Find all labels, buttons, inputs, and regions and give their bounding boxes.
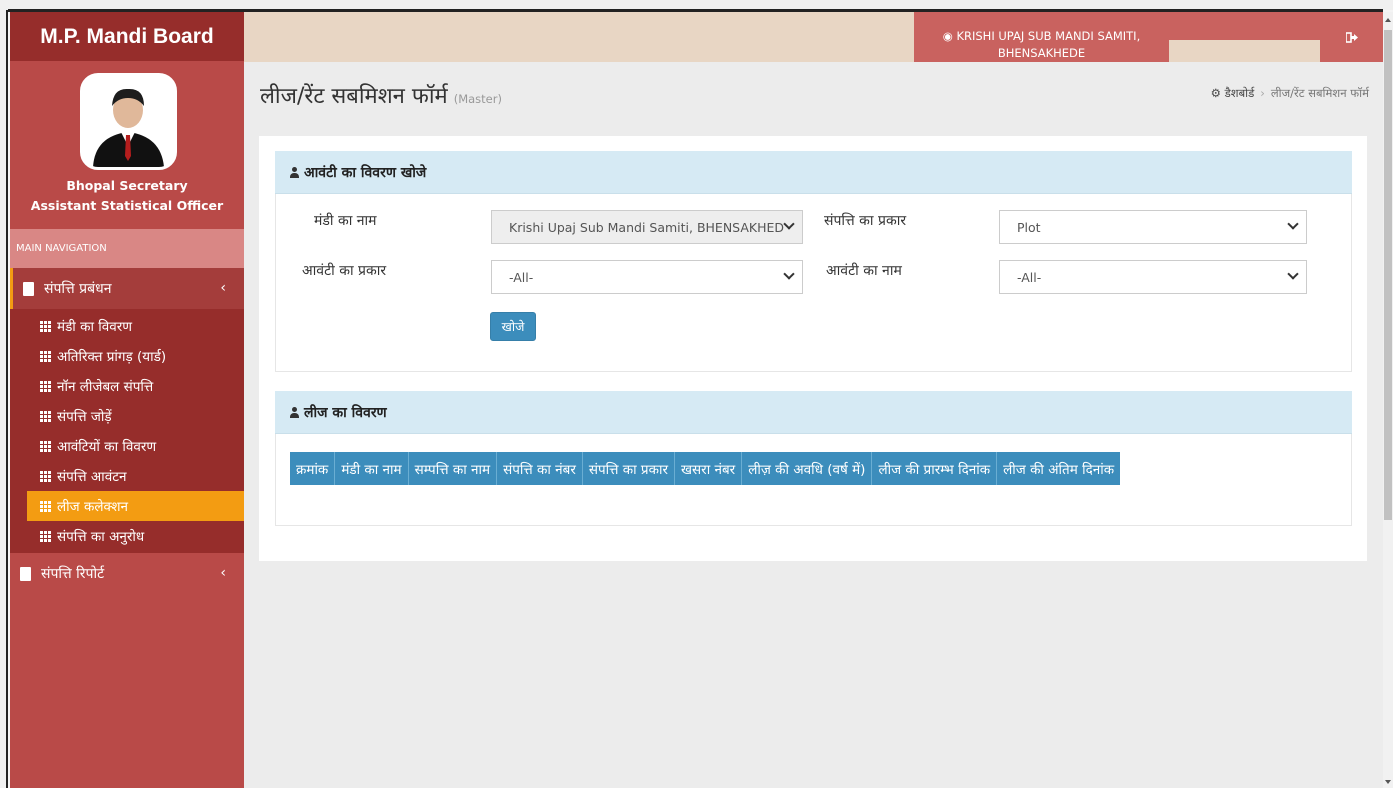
table-icon <box>40 470 51 482</box>
column-header[interactable]: क्रमांक <box>290 452 336 485</box>
sidebar-item-label: आवंटियों का विवरण <box>57 439 157 455</box>
allottee-type-label: आवंटी का प्रकार <box>302 263 387 279</box>
sidebar-item-label: संपत्ति जोड़ें <box>57 409 112 425</box>
scroll-up-icon[interactable] <box>1385 18 1391 22</box>
allottee-name-value: -All- <box>1017 269 1042 285</box>
sidebar-item-lease-collection[interactable]: लीज कलेक्शन <box>27 491 244 521</box>
lease-heading: लीज का विवरण <box>304 404 387 421</box>
page-title-text: लीज/रेंट सबमिशन फॉर्म <box>260 84 448 109</box>
allottee-name-label: आवंटी का नाम <box>826 263 902 279</box>
table-icon <box>40 440 51 452</box>
nav-group-property-report[interactable]: संपत्ति रिपोर्ट ‹ <box>10 553 244 594</box>
column-header[interactable]: लीज की प्रारम्भ दिनांक <box>871 452 998 485</box>
chevron-down-icon <box>1287 268 1299 280</box>
chevron-left-icon: ‹ <box>220 280 226 296</box>
chevron-down-icon <box>783 268 795 280</box>
sidebar-item-label: लीज कलेक्शन <box>57 499 129 515</box>
sidebar-item-allottee-details[interactable]: आवंटियों का विवरण <box>10 431 244 461</box>
dashboard-icon: ⚙ <box>1210 86 1221 100</box>
scrollbar-thumb[interactable] <box>1384 30 1392 520</box>
lease-table: क्रमांक मंडी का नाम सम्पत्ति का नाम संपत… <box>290 452 1121 485</box>
column-header[interactable]: लीज़ की अवधि (वर्ष में) <box>741 452 873 485</box>
column-header[interactable]: मंडी का नाम <box>334 452 409 485</box>
user-panel: Bhopal Secretary Assistant Statistical O… <box>10 61 244 229</box>
building-icon <box>23 281 34 296</box>
property-type-select[interactable]: Plot <box>999 210 1307 244</box>
chevron-left-icon: ‹ <box>220 565 226 581</box>
search-section-header: आवंटी का विवरण खोजे <box>275 151 1352 194</box>
sidebar-item-non-leasable[interactable]: नॉन लीजेबल संपत्ति <box>10 371 244 401</box>
sidebar-item-mandi-details[interactable]: मंडी का विवरण <box>10 311 244 341</box>
globe-icon: ◉ <box>942 29 957 43</box>
mandi-select[interactable]: Krishi Upaj Sub Mandi Samiti, BHENSAKHED <box>491 210 803 244</box>
mandi-select-value: Krishi Upaj Sub Mandi Samiti, BHENSAKHED <box>509 219 785 235</box>
search-button[interactable]: खोजे <box>490 312 536 341</box>
nav-group-label: संपत्ति रिपोर्ट <box>41 566 105 582</box>
sidebar: M.P. Mandi Board Bhopal Secretary Assist… <box>10 12 244 788</box>
column-header[interactable]: लीज की अंतिम दिनांक <box>997 452 1121 485</box>
org-name-line1: KRISHI UPAJ SUB MANDI SAMITI, <box>956 29 1141 43</box>
table-icon <box>40 410 51 422</box>
search-heading: आवंटी का विवरण खोजे <box>304 164 427 181</box>
column-header[interactable]: सम्पत्ति का नाम <box>408 452 498 485</box>
chevron-down-icon <box>1287 218 1299 230</box>
table-icon <box>40 380 51 392</box>
page-title: लीज/रेंट सबमिशन फॉर्म (Master) <box>260 80 502 110</box>
table-icon <box>40 500 51 512</box>
column-header[interactable]: खसरा नंबर <box>674 452 743 485</box>
brand-logo[interactable]: M.P. Mandi Board <box>10 12 244 61</box>
window-frame-left <box>0 10 8 788</box>
allottee-name-select[interactable]: -All- <box>999 260 1307 294</box>
user-avatar-icon <box>83 76 174 167</box>
chevron-down-icon <box>783 218 795 230</box>
building-icon <box>20 566 31 581</box>
org-name-line2: BHENSAKHEDE <box>997 46 1086 60</box>
table-header-row: क्रमांक मंडी का नाम सम्पत्ति का नाम संपत… <box>290 452 1120 485</box>
sign-out-icon <box>1345 31 1358 43</box>
sidebar-item-property-allotment[interactable]: संपत्ति आवंटन <box>10 461 244 491</box>
sidebar-item-label: संपत्ति आवंटन <box>57 469 127 485</box>
nav-header: MAIN NAVIGATION <box>10 229 244 268</box>
user-role: Assistant Statistical Officer <box>30 198 224 213</box>
table-icon <box>40 320 51 332</box>
lease-section-body: क्रमांक मंडी का नाम सम्पत्ति का नाम संपत… <box>275 434 1352 526</box>
main-content: लीज/रेंट सबमिशन फॉर्म (Master) ⚙ डैशबोर्ड… <box>244 62 1383 788</box>
breadcrumb-home[interactable]: डैशबोर्ड <box>1225 86 1255 100</box>
sidebar-item-extra-yard[interactable]: अतिरिक्त प्रांगड़ (यार्ड) <box>10 341 244 371</box>
column-header[interactable]: संपत्ति का नंबर <box>496 452 583 485</box>
sidebar-item-label: संपत्ति का अनुरोध <box>57 529 145 545</box>
allottee-type-select[interactable]: -All- <box>491 260 803 294</box>
nav-group-label: संपत्ति प्रबंधन <box>44 281 112 297</box>
lease-section-header: लीज का विवरण <box>275 391 1352 434</box>
avatar <box>80 73 177 170</box>
table-icon <box>40 350 51 362</box>
submenu: मंडी का विवरण अतिरिक्त प्रांगड़ (यार्ड) … <box>10 309 244 553</box>
user-icon <box>289 406 300 418</box>
search-section-body: मंडी का नाम Krishi Upaj Sub Mandi Samiti… <box>275 194 1352 372</box>
sidebar-item-label: मंडी का विवरण <box>57 319 133 335</box>
page-subtitle: (Master) <box>453 92 502 106</box>
user-name: Bhopal Secretary <box>66 178 188 193</box>
user-icon <box>289 166 300 178</box>
sidebar-item-property-request[interactable]: संपत्ति का अनुरोध <box>10 521 244 551</box>
breadcrumb: ⚙ डैशबोर्ड › लीज/रेंट सबमिशन फॉर्म <box>1210 86 1369 100</box>
property-type-label: संपत्ति का प्रकार <box>824 213 907 229</box>
table-icon <box>40 530 51 542</box>
allottee-type-value: -All- <box>509 269 534 285</box>
scroll-down-icon[interactable] <box>1385 780 1391 784</box>
breadcrumb-current: लीज/रेंट सबमिशन फॉर्म <box>1270 86 1369 100</box>
page-scrollbar[interactable] <box>1383 12 1393 788</box>
nav-group-property-management[interactable]: संपत्ति प्रबंधन ‹ <box>10 268 244 309</box>
mandi-label: मंडी का नाम <box>314 213 377 229</box>
column-header[interactable]: संपत्ति का प्रकार <box>582 452 676 485</box>
sidebar-item-label: अतिरिक्त प्रांगड़ (यार्ड) <box>57 349 167 365</box>
sidebar-item-add-property[interactable]: संपत्ति जोड़ें <box>10 401 244 431</box>
sidebar-item-label: नॉन लीजेबल संपत्ति <box>57 379 154 395</box>
form-panel: आवंटी का विवरण खोजे मंडी का नाम Krishi U… <box>259 136 1367 561</box>
logout-button[interactable] <box>1320 12 1383 62</box>
property-type-value: Plot <box>1017 219 1041 235</box>
